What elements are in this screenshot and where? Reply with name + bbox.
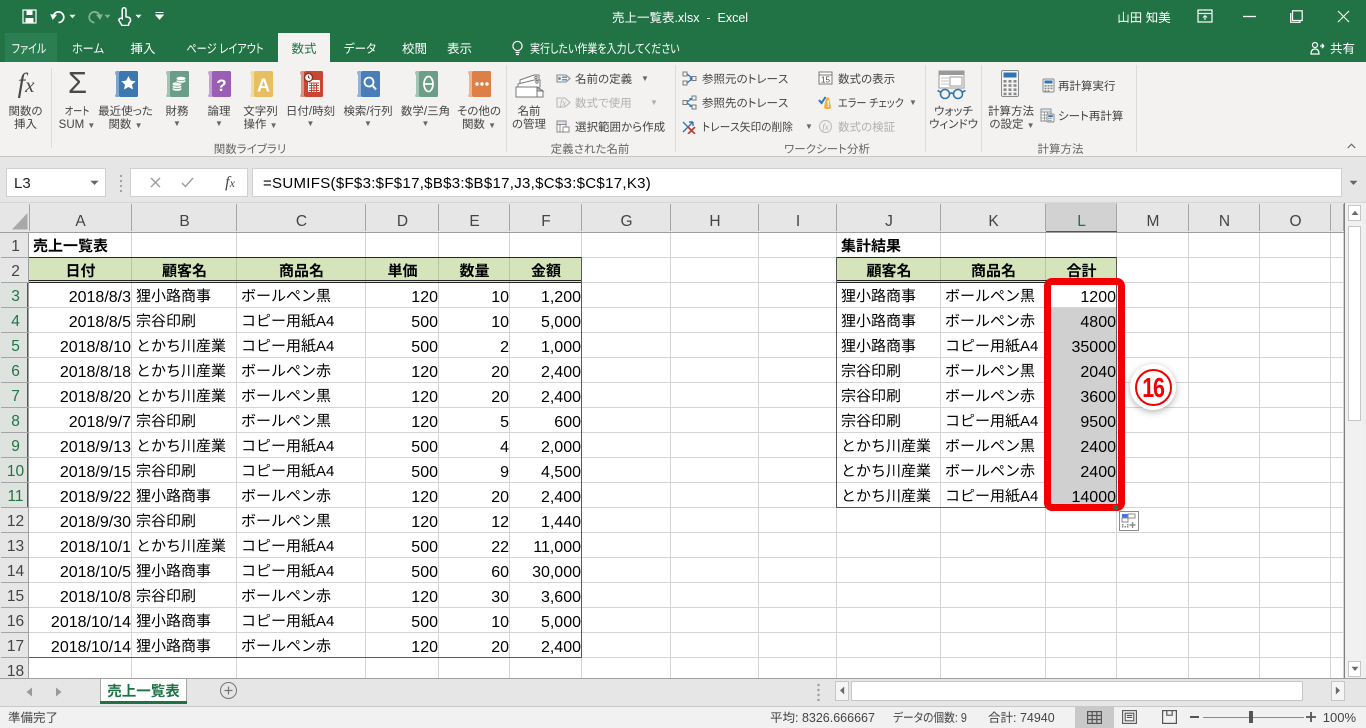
svg-text:A: A: [257, 76, 270, 96]
svg-text:15: 15: [821, 76, 830, 85]
svg-text:?: ?: [216, 76, 226, 95]
svg-text:!: !: [827, 97, 830, 110]
svg-text:fx: fx: [560, 98, 567, 108]
svg-text:fx: fx: [822, 122, 829, 132]
